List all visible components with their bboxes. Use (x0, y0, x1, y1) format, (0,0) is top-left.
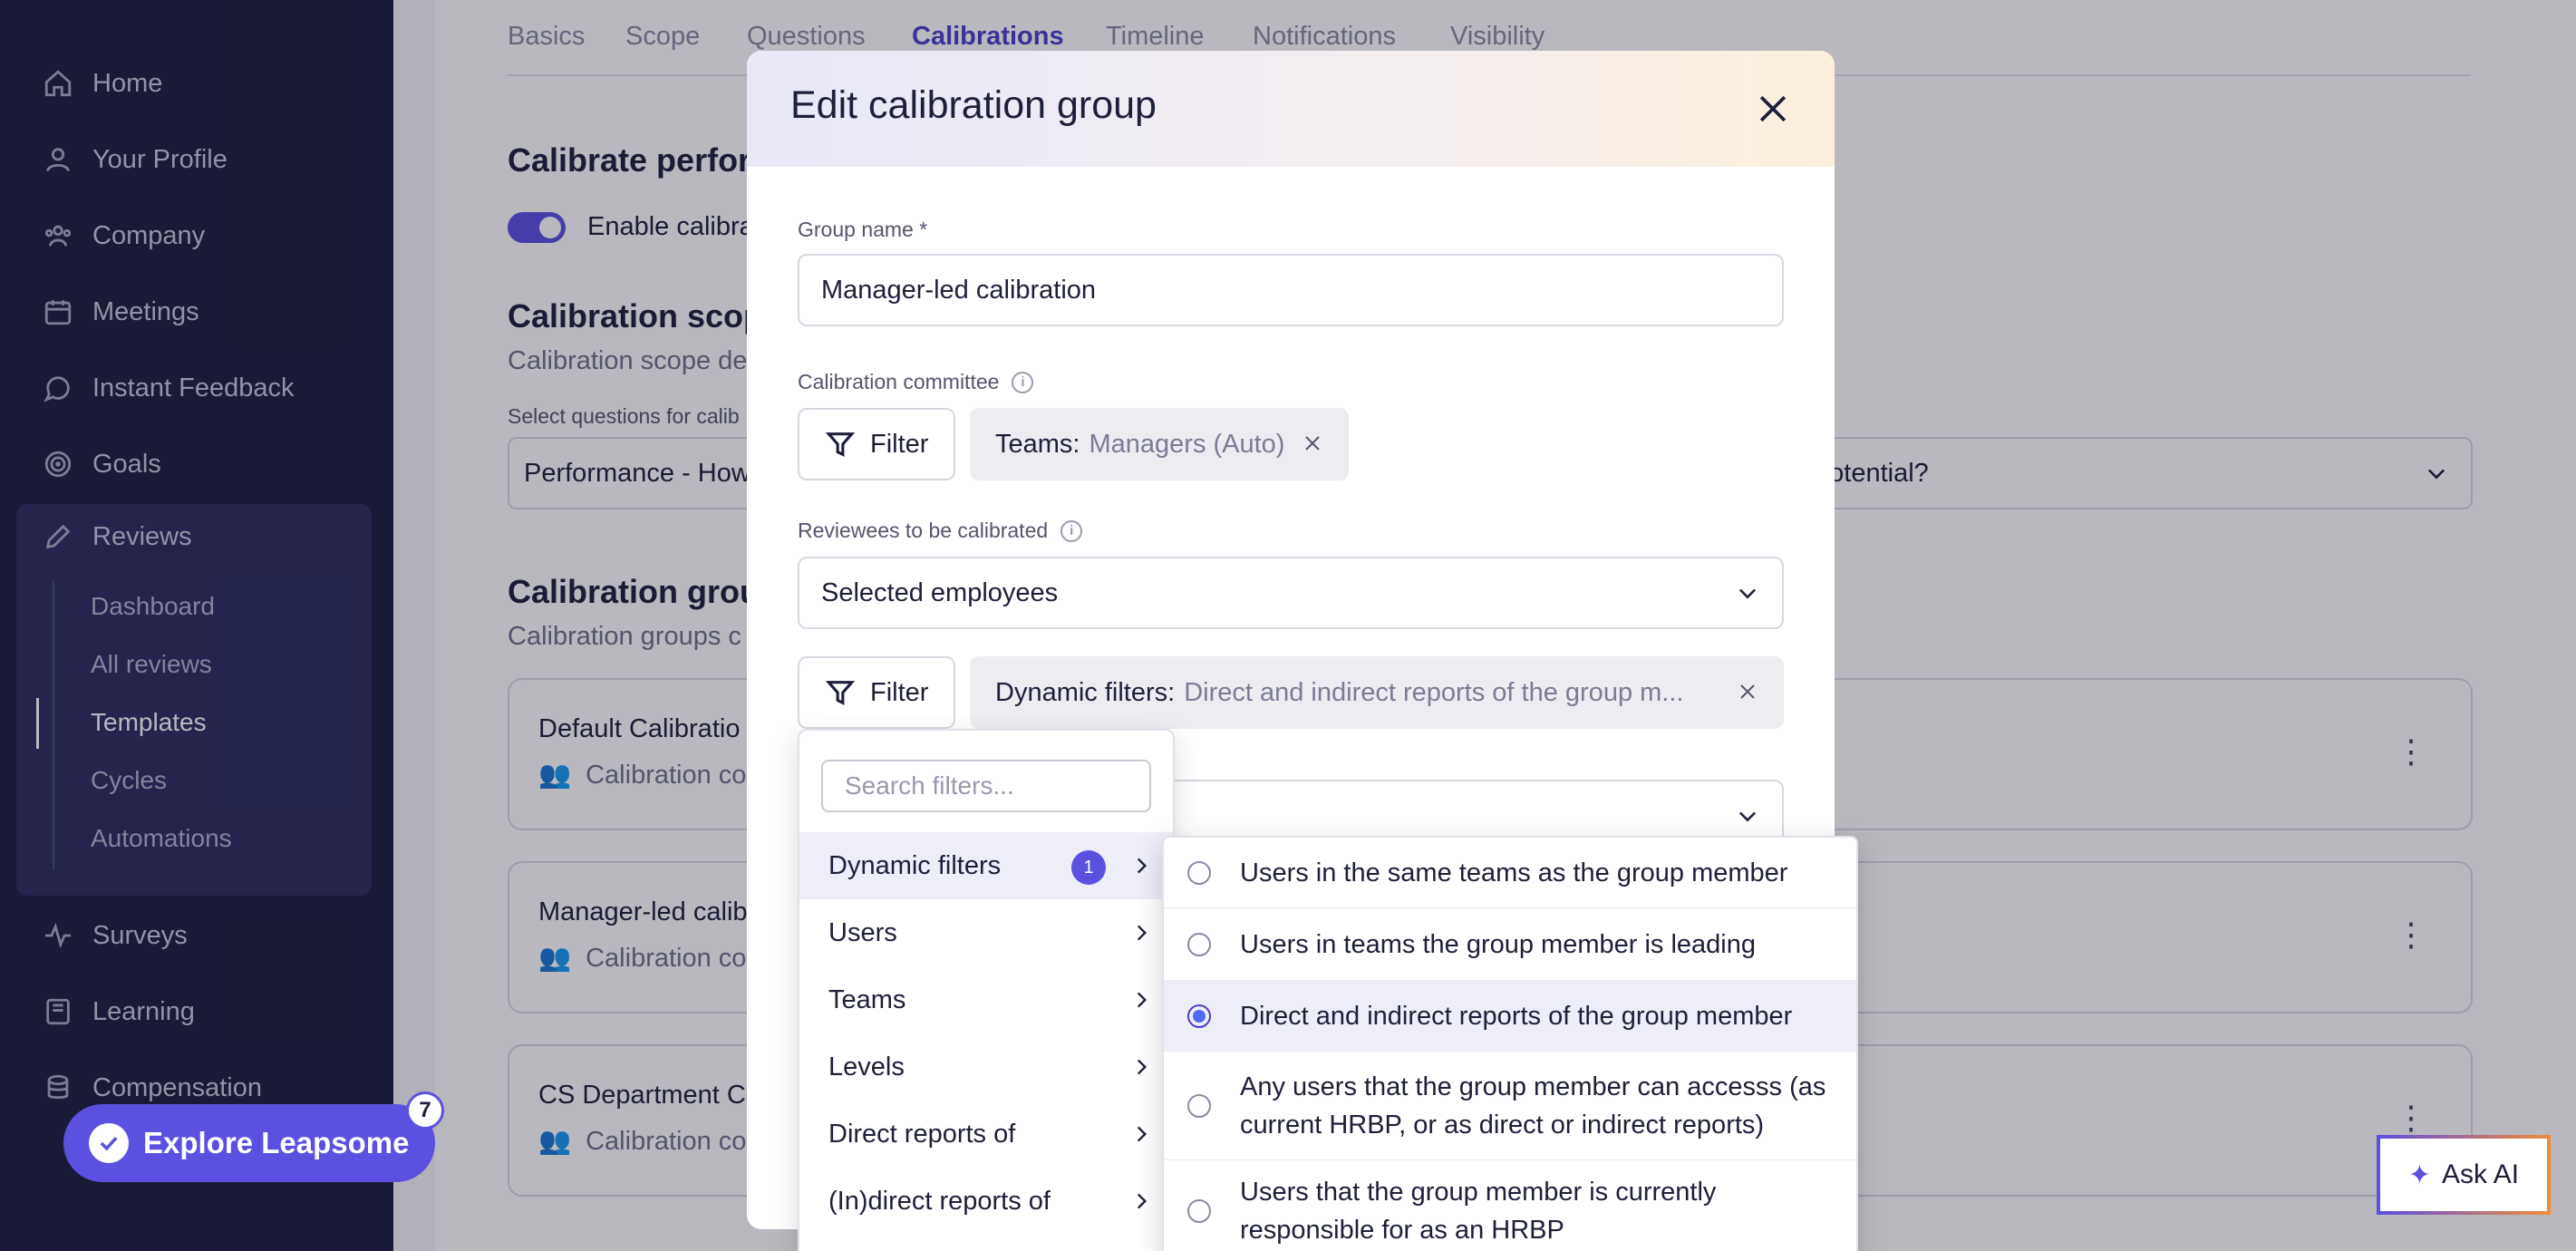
chevron-right-icon (1137, 1126, 1148, 1142)
remove-chip-icon[interactable] (1302, 432, 1323, 454)
dynamic-option-selected[interactable]: Direct and indirect reports of the group… (1164, 981, 1856, 1052)
chevron-right-icon (1137, 1059, 1148, 1075)
committee-label: Calibration committee i (798, 370, 1034, 394)
explore-label: Explore Leapsome (143, 1126, 410, 1159)
sparkle-icon: ✦ (2407, 1159, 2432, 1190)
filter-dropdown: Search filters... Dynamic filters 1 User… (798, 729, 1175, 1251)
dynamic-filter-chip[interactable]: Dynamic filters: Direct and indirect repo… (970, 656, 1784, 729)
modal-title: Edit calibration group (790, 83, 1157, 127)
menu-item-dynamic-filters[interactable]: Dynamic filters 1 (799, 832, 1173, 899)
dynamic-filters-submenu: Users in the same teams as the group mem… (1162, 836, 1858, 1251)
chevron-right-icon (1137, 992, 1148, 1008)
committee-filter-button[interactable]: Filter (798, 408, 955, 480)
reviewees-select[interactable]: Selected employees (798, 557, 1784, 629)
group-name-label: Group name * (798, 218, 928, 241)
dynamic-option[interactable]: Any users that the group member can acce… (1164, 1052, 1856, 1160)
explore-leapsome-button[interactable]: Explore Leapsome (63, 1104, 435, 1182)
radio-button[interactable] (1187, 1199, 1211, 1223)
group-name-input[interactable]: Manager-led calibration (798, 254, 1784, 326)
chevron-down-icon (1738, 588, 1757, 599)
filter-icon (825, 432, 856, 457)
remove-chip-icon[interactable] (1737, 681, 1758, 703)
menu-item-teams[interactable]: Teams (799, 966, 1173, 1033)
chevron-right-icon (1137, 1193, 1148, 1209)
menu-item-indirect-reports-of[interactable]: (In)direct reports of (799, 1168, 1173, 1235)
chevron-down-icon (1738, 811, 1757, 822)
radio-button-selected[interactable] (1187, 1004, 1211, 1028)
committee-filter-chip[interactable]: Teams: Managers (Auto) (970, 408, 1349, 480)
radio-button[interactable] (1187, 1093, 1211, 1118)
chevron-right-icon (1137, 858, 1148, 874)
count-badge: 1 (1071, 850, 1106, 885)
dynamic-option[interactable]: Users in the same teams as the group mem… (1164, 838, 1856, 908)
ask-ai-label: Ask AI (2442, 1159, 2520, 1189)
explore-count-badge: 7 (406, 1091, 444, 1130)
chevron-right-icon (1137, 925, 1148, 941)
radio-button[interactable] (1187, 932, 1211, 956)
ask-ai-button[interactable]: ✦ Ask AI (2377, 1135, 2551, 1215)
menu-item-direct-reports-of[interactable]: Direct reports of (799, 1101, 1173, 1168)
reviewees-label: Reviewees to be calibrated i (798, 519, 1083, 543)
dynamic-option[interactable]: Users that the group member is currently… (1164, 1160, 1856, 1251)
filter-icon (825, 681, 856, 705)
info-icon[interactable]: i (1060, 519, 1083, 542)
menu-item-levels[interactable]: Levels (799, 1033, 1173, 1101)
dynamic-option[interactable]: Users in teams the group member is leadi… (1164, 908, 1856, 981)
info-icon[interactable]: i (1012, 371, 1034, 393)
close-icon[interactable] (1753, 89, 1793, 129)
check-circle-icon (89, 1123, 129, 1163)
radio-button[interactable] (1187, 860, 1211, 885)
search-filters-input[interactable]: Search filters... (821, 760, 1151, 812)
menu-item-users[interactable]: Users (799, 899, 1173, 966)
reviewees-filter-button[interactable]: Filter (798, 656, 955, 729)
